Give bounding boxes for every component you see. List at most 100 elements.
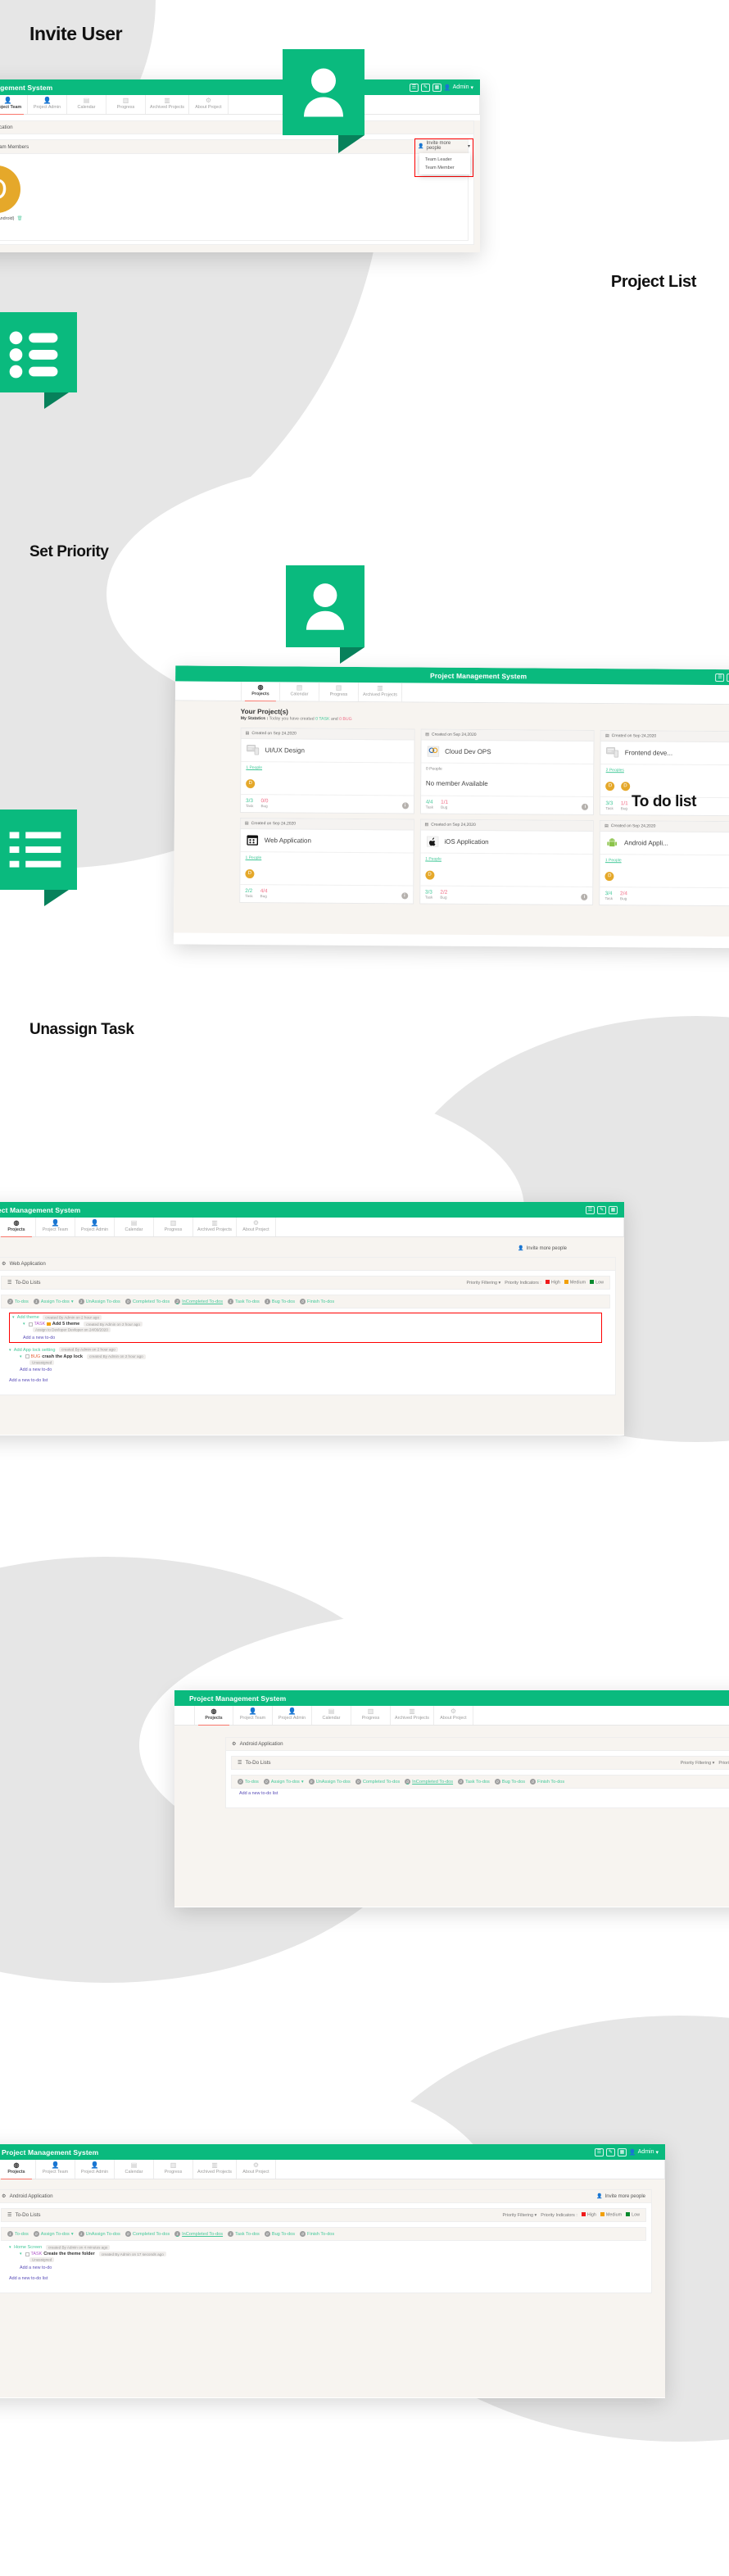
add-new-todo-link[interactable]: Add a new to-do	[23, 1336, 599, 1340]
tab-about-project[interactable]: ⚙ About Project	[237, 2160, 276, 2179]
list-icon[interactable]: ☰	[715, 673, 725, 682]
project-card[interactable]: ▤ Created on Sep 24,2020 Android Appli..…	[599, 820, 729, 907]
project-card[interactable]: ▤ Created on Sep 24,2020 Cloud Dev OPS 0…	[419, 728, 595, 816]
project-card[interactable]: ▤ Created on Sep 24,2020 UI/UX Design 1 …	[239, 728, 415, 814]
info-icon[interactable]: i	[581, 894, 588, 901]
project-card[interactable]: ▤ Created on Sep 24,2020 iOS Application…	[419, 819, 595, 906]
chip-assign-todos[interactable]: 0 Assign To-dos ▾	[33, 2231, 74, 2238]
todo-checkbox[interactable]	[28, 1322, 33, 1327]
tab-archived-projects[interactable]: ▥ Archived Projects	[146, 95, 189, 115]
calendar-icon[interactable]: ▦	[609, 1205, 618, 1214]
chip-task-todos[interactable]: 1 Task To-dos	[228, 1299, 260, 1305]
chip-unassign-todos[interactable]: 1 UnAssign To-dos	[78, 2231, 120, 2238]
tab-progress[interactable]: ▥ Progress	[154, 2160, 193, 2179]
chip-incompleted-todos[interactable]: 2 InCompleted To-dos	[174, 1299, 223, 1305]
people-count-link[interactable]: 1 People	[246, 855, 409, 861]
chip-finish-todos[interactable]: 0 Finish To-dos	[300, 1299, 334, 1305]
caret-icon[interactable]: ▾	[20, 2252, 22, 2256]
admin-menu[interactable]: 👤 Admin ▾	[444, 84, 473, 91]
tab-projects[interactable]: ◍ Projects	[0, 2160, 36, 2180]
tab-progress[interactable]: ▥ Progress	[319, 682, 360, 702]
project-card[interactable]: ▤ Created on Sep 24,2020 Web Application…	[239, 818, 414, 905]
chip-task-todos[interactable]: 1 Task To-dos	[228, 2231, 260, 2238]
chip-bug-todos[interactable]: 1 Bug To-dos	[264, 1299, 295, 1305]
chip-assign-todos[interactable]: 0 Assign To-dos ▾	[263, 1779, 304, 1785]
tab-about-project[interactable]: ⚙ About Project	[434, 1706, 473, 1726]
list-icon[interactable]: ☰	[586, 1205, 595, 1214]
chip-unassign-todos[interactable]: 0 UnAssign To-dos	[308, 1779, 351, 1785]
people-count-link[interactable]: 2 Peoples	[606, 768, 729, 773]
invite-more-people-button[interactable]: 👤 Invite more people ▾	[418, 141, 470, 151]
dropdown-item-team-member[interactable]: Team Member	[419, 164, 470, 172]
dropdown-item-team-leader[interactable]: Team Leader	[419, 156, 470, 164]
todo-item[interactable]: ▾ TASK Add 5 theme created By Admin on 2…	[23, 1322, 599, 1327]
tab-project-team[interactable]: 👤 Project Team	[0, 95, 28, 116]
chip-todos[interactable]: 0 To-dos	[238, 1779, 259, 1785]
tab-about-project[interactable]: ⚙ About Project	[237, 1218, 276, 1237]
chip-assign-todos[interactable]: 1 Assign To-dos ▾	[33, 1299, 74, 1305]
tab-progress[interactable]: ▥ Progress	[106, 95, 146, 115]
tab-calendar[interactable]: ▤ Calendar	[67, 95, 106, 115]
people-count-link[interactable]: 1 People	[605, 858, 729, 864]
chat-icon[interactable]: ✎	[597, 1205, 606, 1214]
chip-completed-todos[interactable]: 0 Completed To-dos	[125, 2231, 170, 2238]
tab-project-admin[interactable]: 👤 Project Admin	[273, 1706, 312, 1726]
invite-more-people-button[interactable]: 👤 Invite more people	[596, 2193, 645, 2200]
tab-projects[interactable]: ◍ Projects	[194, 1706, 233, 1726]
todo-list-row[interactable]: ▾ Home Screen created By Admin on 4 minu…	[9, 2244, 638, 2250]
tab-progress[interactable]: ▥ Progress	[351, 1706, 391, 1726]
caret-icon[interactable]: ▾	[23, 1322, 25, 1327]
chip-bug-todos[interactable]: 0 Bug To-dos	[494, 1779, 525, 1785]
people-count-link[interactable]: 1 People	[425, 857, 588, 863]
tab-project-team[interactable]: 👤 Project Team	[36, 2160, 75, 2179]
list-icon[interactable]: ☰	[409, 83, 419, 92]
add-new-todo-link[interactable]: Add a new to-do	[20, 1367, 602, 1372]
tab-about-project[interactable]: ⚙ About Project	[189, 95, 229, 115]
chip-completed-todos[interactable]: 0 Completed To-dos	[125, 1299, 170, 1305]
tab-calendar[interactable]: ▤ Calendar	[115, 2160, 154, 2179]
calendar-icon[interactable]: ▦	[432, 83, 441, 92]
tab-project-admin[interactable]: 👤 Project Admin	[28, 95, 67, 115]
calendar-icon[interactable]: ▦	[617, 2147, 627, 2156]
info-icon[interactable]: i	[401, 802, 409, 810]
chat-icon[interactable]: ✎	[420, 83, 430, 92]
delete-icon[interactable]: 🗑	[16, 216, 22, 221]
priority-filtering-dropdown[interactable]: Priority Filtering ▾	[467, 1281, 501, 1286]
caret-icon[interactable]: ▾	[20, 1354, 22, 1359]
tab-progress[interactable]: ▥ Progress	[154, 1218, 193, 1237]
priority-filtering-dropdown[interactable]: Priority Filtering ▾	[503, 2213, 537, 2218]
tab-archived-projects[interactable]: ▥ Archived Projects	[193, 2160, 237, 2179]
tab-archived-projects[interactable]: ▥ Archived Projects	[358, 682, 403, 702]
add-new-todo-list-link[interactable]: Add a new to-do list	[9, 2276, 638, 2281]
invite-more-people-button[interactable]: 👤 Invite more people	[518, 1245, 567, 1252]
chip-incompleted-todos[interactable]: 1 InCompleted To-dos	[174, 2231, 223, 2238]
add-new-todo-list-link[interactable]: Add a new to-do list	[239, 1791, 729, 1796]
tab-calendar[interactable]: ▤ Calendar	[279, 682, 320, 701]
chip-finish-todos[interactable]: 0 Finish To-dos	[300, 2231, 334, 2238]
chip-todos[interactable]: 1 To-dos	[7, 2231, 29, 2238]
tab-project-admin[interactable]: 👤 Project Admin	[75, 1218, 115, 1237]
info-icon[interactable]: i	[401, 892, 408, 900]
people-count-link[interactable]: 1 People	[246, 765, 409, 771]
tab-project-admin[interactable]: 👤 Project Admin	[75, 2160, 115, 2179]
caret-icon[interactable]: ▾	[9, 1348, 11, 1353]
todo-item[interactable]: ▾ BUG crash the App lock created By Admi…	[20, 1354, 602, 1359]
add-new-todo-link[interactable]: Add a new to-do	[20, 2265, 638, 2270]
chip-finish-todos[interactable]: 0 Finish To-dos	[530, 1779, 564, 1785]
chip-bug-todos[interactable]: 0 Bug To-dos	[264, 2231, 295, 2238]
tab-calendar[interactable]: ▤ Calendar	[115, 1218, 154, 1237]
todo-checkbox[interactable]	[25, 2252, 29, 2256]
chat-icon[interactable]: ✎	[605, 2147, 615, 2156]
list-icon[interactable]: ☰	[594, 2147, 604, 2156]
caret-icon[interactable]: ▾	[9, 2245, 11, 2250]
tab-project-team[interactable]: 👤 Project Team	[233, 1706, 273, 1726]
chip-todos[interactable]: 2 To-dos	[7, 1299, 29, 1305]
chip-unassign-todos[interactable]: 1 UnAssign To-dos	[78, 1299, 120, 1305]
tab-archived-projects[interactable]: ▥ Archived Projects	[391, 1706, 434, 1726]
tab-projects[interactable]: ◍ Projects	[0, 1218, 36, 1238]
add-new-todo-list-link[interactable]: Add a new to-do list	[9, 1378, 602, 1383]
admin-menu[interactable]: 👤 Admin ▾	[629, 2149, 659, 2156]
tab-project-team[interactable]: 👤 Project Team	[36, 1218, 75, 1237]
tab-calendar[interactable]: ▤ Calendar	[312, 1706, 351, 1726]
caret-icon[interactable]: ▾	[12, 1315, 15, 1320]
